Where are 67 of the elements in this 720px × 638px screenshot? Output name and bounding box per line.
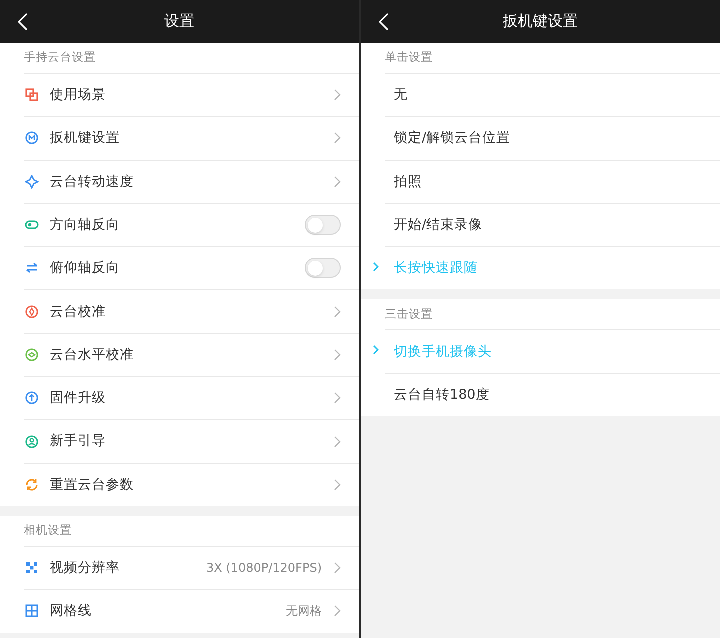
row-value: 无网格 [286,603,322,620]
option-label: 无 [394,86,408,106]
row-label: 视频分辨率 [50,558,120,578]
circled-m-icon [25,131,39,146]
toggle-switch[interactable] [305,215,341,236]
row-label: 网格线 [50,602,92,622]
chevron-icon [334,176,341,188]
chevron-icon [334,392,341,404]
row-label: 新手引导 [50,432,106,452]
settings-row[interactable]: 网格线 无网格 [24,589,359,633]
option-row[interactable]: 无 [361,73,720,116]
row-label: 云台校准 [50,302,106,322]
swap-arrows-icon [25,261,39,276]
chevron-icon [334,478,341,491]
option-label: 开始/结束录像 [394,216,483,235]
settings-row[interactable]: 重置云台参数 [24,462,359,506]
section-label: 手持云台设置 [24,49,96,66]
option-label: 拍照 [394,172,422,192]
settings-row[interactable]: 新手引导 [24,419,359,463]
settings-row[interactable]: 使用场景 [24,73,359,116]
screen-title: 扳机键设置 [503,11,578,32]
chevron-icon [334,436,341,448]
section-label: 三击设置 [385,306,433,323]
upload-icon [25,391,39,406]
option-label: 长按快速跟随 [394,259,478,278]
row-label: 云台转动速度 [50,172,134,192]
chevron-icon [334,562,341,574]
row-label: 方向轴反向 [50,216,120,235]
toggle-switch[interactable] [305,258,341,278]
row-value: 3X (1080P/120FPS) [206,560,322,578]
settings-row[interactable]: 扳机键设置 [24,116,359,160]
chevron-icon [373,262,379,272]
chevron-icon [334,132,341,144]
chevron-icon [373,345,379,356]
settings-row[interactable]: 云台校准 [24,289,359,333]
settings-row[interactable]: 云台转动速度 [24,160,359,203]
option-row[interactable]: 云台自转180度 [361,372,720,416]
row-label: 云台水平校准 [50,346,134,365]
settings-row[interactable]: 视频分辨率 3X (1080P/120FPS) [24,546,359,590]
row-label: 重置云台参数 [50,476,134,495]
option-label: 云台自转180度 [394,386,490,405]
chevron-icon [334,605,341,618]
settings-row[interactable]: 固件升级 [24,376,359,420]
row-label: 使用场景 [50,86,106,106]
overlapping-squares-icon [25,88,39,102]
toggle-icon [25,218,39,232]
chevron-icon [334,89,341,102]
option-row[interactable]: 开始/结束录像 [361,202,720,246]
screen-title: 设置 [164,11,194,32]
settings-row[interactable]: 俯仰轴反向 [24,246,359,290]
option-row[interactable]: 锁定/解锁云台位置 [361,116,720,160]
option-row[interactable]: 拍照 [361,160,720,203]
row-label: 扳机键设置 [50,129,120,148]
row-label: 俯仰轴反向 [50,259,120,278]
option-label: 切换手机摄像头 [394,342,492,362]
chevron-icon [334,348,341,361]
settings-row[interactable]: 云台水平校准 [24,332,359,376]
option-label: 锁定/解锁云台位置 [394,129,511,148]
settings-row[interactable]: 方向轴反向 [24,202,359,246]
chevron-icon [334,306,341,318]
user-icon [25,434,39,449]
row-label: 固件升级 [50,389,106,408]
compass-icon [25,304,39,319]
section-label: 单击设置 [385,49,433,66]
refresh-icon [25,478,39,492]
grid-icon [25,604,39,618]
section-label: 相机设置 [24,522,72,540]
